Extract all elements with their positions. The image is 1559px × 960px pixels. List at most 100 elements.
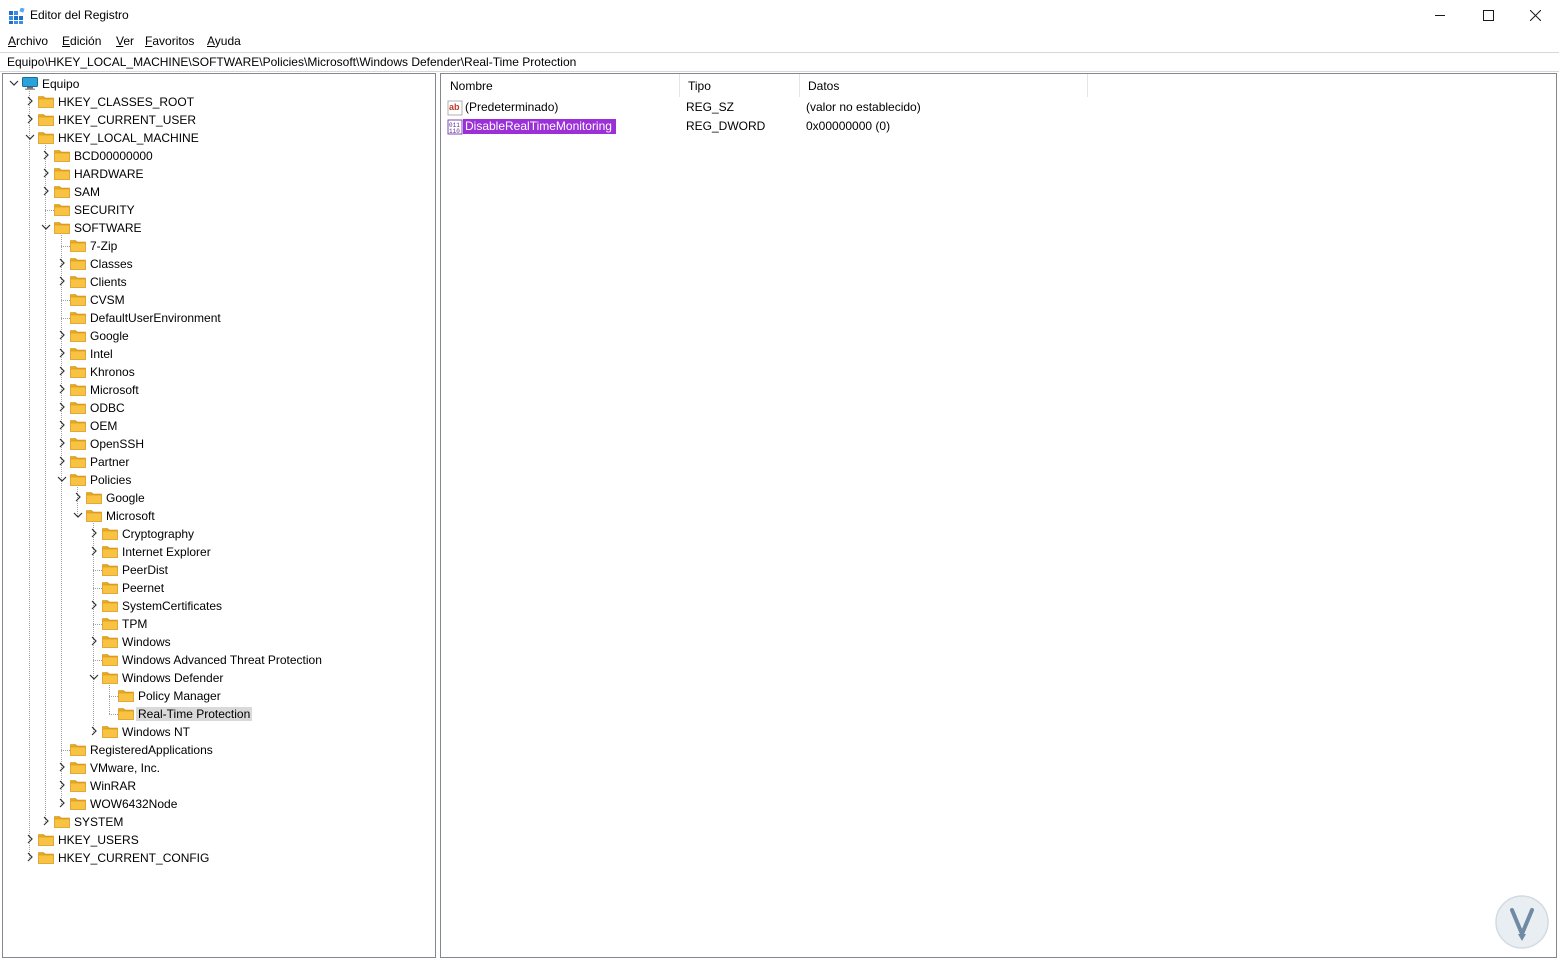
- tree-node-systemcertificates[interactable]: SystemCertificates: [3, 597, 435, 615]
- chevron-down-icon[interactable]: [41, 222, 51, 232]
- value-row[interactable]: ab (Predeterminado) REG_SZ (valor no est…: [441, 98, 1556, 117]
- maximize-button[interactable]: [1465, 0, 1511, 31]
- tree-node-7-zip[interactable]: 7-Zip: [3, 237, 435, 255]
- chevron-right-icon[interactable]: [57, 456, 67, 466]
- tree-node-microsoft[interactable]: Microsoft: [3, 507, 435, 525]
- chevron-right-icon[interactable]: [57, 366, 67, 376]
- chevron-right-icon[interactable]: [89, 600, 99, 610]
- chevron-right-icon[interactable]: [57, 420, 67, 430]
- tree-node-partner[interactable]: Partner: [3, 453, 435, 471]
- tree-node-hardware[interactable]: HARDWARE: [3, 165, 435, 183]
- values-pane[interactable]: Nombre Tipo Datos ab (Predeterminado) RE…: [440, 73, 1557, 958]
- menu-edicion[interactable]: Edición: [62, 34, 101, 48]
- folder-icon: [70, 402, 86, 414]
- column-header-datos[interactable]: Datos: [799, 74, 1087, 97]
- tree-node-google[interactable]: Google: [3, 489, 435, 507]
- column-divider[interactable]: [1087, 74, 1088, 97]
- address-bar[interactable]: Equipo\HKEY_LOCAL_MACHINE\SOFTWARE\Polic…: [0, 52, 1559, 72]
- tree-node-winrar[interactable]: WinRAR: [3, 777, 435, 795]
- tree-node-hkey-classes-root[interactable]: HKEY_CLASSES_ROOT: [3, 93, 435, 111]
- chevron-right-icon[interactable]: [57, 330, 67, 340]
- chevron-right-icon[interactable]: [57, 762, 67, 772]
- tree-node-bcd00000000[interactable]: BCD00000000: [3, 147, 435, 165]
- menu-ayuda[interactable]: Ayuda: [207, 34, 241, 48]
- tree-node-registeredapplications[interactable]: RegisteredApplications: [3, 741, 435, 759]
- tree-node-internet-explorer[interactable]: Internet Explorer: [3, 543, 435, 561]
- tree-node-cvsm[interactable]: CVSM: [3, 291, 435, 309]
- tree-node-equipo[interactable]: Equipo: [3, 75, 435, 93]
- column-header-tipo[interactable]: Tipo: [679, 74, 799, 97]
- folder-icon: [102, 654, 118, 666]
- chevron-right-icon[interactable]: [89, 528, 99, 538]
- tree-node-defaultuserenvironment[interactable]: DefaultUserEnvironment: [3, 309, 435, 327]
- tree-node-hkey-users[interactable]: HKEY_USERS: [3, 831, 435, 849]
- tree-node-google[interactable]: Google: [3, 327, 435, 345]
- menu-favoritos[interactable]: Favoritos: [145, 34, 194, 48]
- tree-node-windows-defender[interactable]: Windows Defender: [3, 669, 435, 687]
- chevron-right-icon[interactable]: [57, 348, 67, 358]
- tree-node-peerdist[interactable]: PeerDist: [3, 561, 435, 579]
- value-row-selected[interactable]: 011 110 DisableRealTimeMonitoring REG_DW…: [441, 117, 1556, 136]
- chevron-right-icon[interactable]: [57, 438, 67, 448]
- chevron-right-icon[interactable]: [57, 798, 67, 808]
- chevron-down-icon[interactable]: [9, 78, 19, 88]
- chevron-right-icon[interactable]: [73, 492, 83, 502]
- tree-node-windows-advanced-threat-protection[interactable]: Windows Advanced Threat Protection: [3, 651, 435, 669]
- column-header-nombre[interactable]: Nombre: [441, 74, 679, 97]
- chevron-right-icon[interactable]: [57, 384, 67, 394]
- chevron-down-icon[interactable]: [89, 672, 99, 682]
- tree-node-vmware-inc[interactable]: VMware, Inc.: [3, 759, 435, 777]
- chevron-right-icon[interactable]: [25, 834, 35, 844]
- tree-node-microsoft[interactable]: Microsoft: [3, 381, 435, 399]
- tree-node-openssh[interactable]: OpenSSH: [3, 435, 435, 453]
- tree-node-sam[interactable]: SAM: [3, 183, 435, 201]
- menu-ver[interactable]: Ver: [116, 34, 134, 48]
- tree-node-hkey-current-config[interactable]: HKEY_CURRENT_CONFIG: [3, 849, 435, 867]
- chevron-right-icon[interactable]: [89, 726, 99, 736]
- chevron-right-icon[interactable]: [41, 816, 51, 826]
- tree-node-khronos[interactable]: Khronos: [3, 363, 435, 381]
- tree-node-tpm[interactable]: TPM: [3, 615, 435, 633]
- chevron-right-icon[interactable]: [41, 168, 51, 178]
- tree-node-security[interactable]: SECURITY: [3, 201, 435, 219]
- chevron-right-icon[interactable]: [57, 780, 67, 790]
- chevron-right-icon[interactable]: [57, 402, 67, 412]
- tree-node-label: HKEY_CURRENT_USER: [58, 113, 197, 127]
- tree-node-system[interactable]: SYSTEM: [3, 813, 435, 831]
- chevron-right-icon[interactable]: [57, 276, 67, 286]
- tree-node-classes[interactable]: Classes: [3, 255, 435, 273]
- chevron-right-icon[interactable]: [41, 150, 51, 160]
- chevron-down-icon[interactable]: [25, 132, 35, 142]
- chevron-right-icon[interactable]: [57, 258, 67, 268]
- chevron-right-icon[interactable]: [89, 546, 99, 556]
- tree-node-label: PeerDist: [122, 563, 169, 577]
- chevron-right-icon[interactable]: [89, 636, 99, 646]
- tree-node-software[interactable]: SOFTWARE: [3, 219, 435, 237]
- menu-archivo[interactable]: Archivo: [8, 34, 48, 48]
- chevron-down-icon[interactable]: [57, 474, 67, 484]
- chevron-right-icon[interactable]: [25, 96, 35, 106]
- tree-node-policies[interactable]: Policies: [3, 471, 435, 489]
- chevron-right-icon[interactable]: [25, 114, 35, 124]
- tree-node-wow6432node[interactable]: WOW6432Node: [3, 795, 435, 813]
- address-path[interactable]: Equipo\HKEY_LOCAL_MACHINE\SOFTWARE\Polic…: [7, 55, 576, 69]
- tree-node-cryptography[interactable]: Cryptography: [3, 525, 435, 543]
- tree-node-odbc[interactable]: ODBC: [3, 399, 435, 417]
- tree-node-hkey-local-machine[interactable]: HKEY_LOCAL_MACHINE: [3, 129, 435, 147]
- tree-node-windows[interactable]: Windows: [3, 633, 435, 651]
- tree-pane[interactable]: Equipo HKEY_CLASSES_ROOT HKEY_CURRENT_USER…: [2, 73, 436, 958]
- chevron-right-icon[interactable]: [25, 852, 35, 862]
- tree-node-clients[interactable]: Clients: [3, 273, 435, 291]
- tree-node-intel[interactable]: Intel: [3, 345, 435, 363]
- close-button[interactable]: [1512, 0, 1558, 31]
- tree-node-oem[interactable]: OEM: [3, 417, 435, 435]
- minimize-button[interactable]: [1417, 0, 1463, 31]
- tree-node-peernet[interactable]: Peernet: [3, 579, 435, 597]
- watermark-logo: [1495, 895, 1549, 949]
- tree-node-hkey-current-user[interactable]: HKEY_CURRENT_USER: [3, 111, 435, 129]
- chevron-right-icon[interactable]: [41, 186, 51, 196]
- tree-node-policy-manager[interactable]: Policy Manager: [3, 687, 435, 705]
- chevron-down-icon[interactable]: [73, 510, 83, 520]
- tree-node-windows-nt[interactable]: Windows NT: [3, 723, 435, 741]
- tree-node-real-time-protection[interactable]: Real-Time Protection: [3, 705, 435, 723]
